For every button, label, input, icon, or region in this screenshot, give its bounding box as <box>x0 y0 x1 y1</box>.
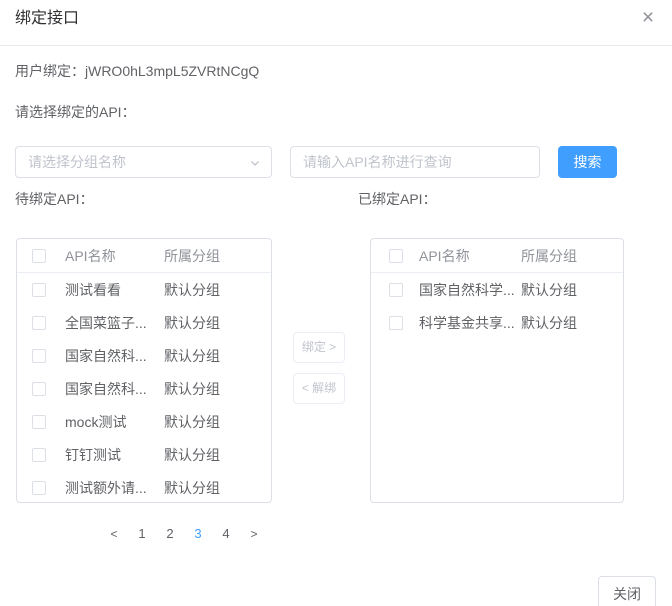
row-checkbox[interactable] <box>32 283 46 297</box>
row-checkbox[interactable] <box>32 349 46 363</box>
api-group-cell: 默认分组 <box>521 313 577 333</box>
api-group-cell: 默认分组 <box>164 445 220 465</box>
bind-interface-dialog: 绑定接口 × 用户绑定：jWRO0hL3mpL5ZVRtNCgQ 请选择绑定的A… <box>0 0 672 606</box>
page-number-2[interactable]: 2 <box>158 520 182 548</box>
select-all-checkbox[interactable] <box>32 249 46 263</box>
api-search-input[interactable] <box>290 146 540 178</box>
table-row[interactable]: 钉钉测试 默认分组 <box>17 438 271 471</box>
dialog-title: 绑定接口 <box>15 8 79 30</box>
unbind-button[interactable]: < 解绑 <box>293 373 345 404</box>
column-header-group: 所属分组 <box>521 246 577 266</box>
api-name-cell: 测试额外请... <box>65 478 164 498</box>
row-checkbox[interactable] <box>32 481 46 495</box>
api-group-cell: 默认分组 <box>164 313 220 333</box>
api-name-cell: 国家自然科... <box>65 379 164 399</box>
select-api-label: 请选择绑定的API： <box>15 102 136 122</box>
api-name-cell: 国家自然科... <box>65 346 164 366</box>
api-name-cell: 科学基金共享... <box>419 313 521 333</box>
table-row[interactable]: 国家自然科... 默认分组 <box>17 372 271 405</box>
page-number-4[interactable]: 4 <box>214 520 238 548</box>
row-checkbox[interactable] <box>32 448 46 462</box>
user-binding-value: jWRO0hL3mpL5ZVRtNCgQ <box>85 63 259 79</box>
row-checkbox[interactable] <box>32 415 46 429</box>
bound-api-label: 已绑定API： <box>358 189 437 209</box>
api-group-cell: 默认分组 <box>164 412 220 432</box>
select-all-checkbox[interactable] <box>389 249 403 263</box>
user-binding-label: 用户绑定： <box>15 63 85 79</box>
pending-api-label: 待绑定API： <box>15 189 94 209</box>
dialog-header: 绑定接口 × <box>0 0 672 46</box>
group-select[interactable]: 请选择分组名称 <box>15 146 272 178</box>
row-checkbox[interactable] <box>32 382 46 396</box>
api-group-cell: 默认分组 <box>164 346 220 366</box>
bound-api-table: API名称 所属分组 国家自然科学... 默认分组 科学基金共享... 默认分组 <box>370 238 624 503</box>
api-group-cell: 默认分组 <box>164 379 220 399</box>
page-number-3-active[interactable]: 3 <box>186 520 210 548</box>
api-group-cell: 默认分组 <box>164 280 220 300</box>
column-header-group: 所属分组 <box>164 246 220 266</box>
group-select-placeholder: 请选择分组名称 <box>28 152 126 172</box>
api-group-cell: 默认分组 <box>521 280 577 300</box>
api-name-cell: 钉钉测试 <box>65 445 164 465</box>
prev-page-icon[interactable]: < <box>102 520 126 548</box>
next-page-icon[interactable]: > <box>242 520 266 548</box>
column-header-name: API名称 <box>65 246 164 266</box>
table-row[interactable]: mock测试 默认分组 <box>17 405 271 438</box>
row-checkbox[interactable] <box>389 316 403 330</box>
chevron-down-icon <box>248 156 262 170</box>
api-name-cell: 国家自然科学... <box>419 280 521 300</box>
api-name-cell: 全国菜篮子... <box>65 313 164 333</box>
table-row[interactable]: 全国菜篮子... 默认分组 <box>17 306 271 339</box>
api-name-cell: 测试看看 <box>65 280 164 300</box>
table-row[interactable]: 测试看看 默认分组 <box>17 273 271 306</box>
bind-button[interactable]: 绑定 > <box>293 332 345 363</box>
pending-api-table: API名称 所属分组 测试看看 默认分组 全国菜篮子... 默认分组 国家自然科… <box>16 238 272 503</box>
page-number-1[interactable]: 1 <box>130 520 154 548</box>
api-name-cell: mock测试 <box>65 412 164 432</box>
row-checkbox[interactable] <box>32 316 46 330</box>
table-row[interactable]: 国家自然科学... 默认分组 <box>371 273 623 306</box>
api-group-cell: 默认分组 <box>164 478 220 498</box>
table-row[interactable]: 测试额外请... 默认分组 <box>17 471 271 503</box>
row-checkbox[interactable] <box>389 283 403 297</box>
user-binding-line: 用户绑定：jWRO0hL3mpL5ZVRtNCgQ <box>15 61 259 81</box>
column-header-name: API名称 <box>419 246 521 266</box>
close-button[interactable]: 关闭 <box>598 576 656 606</box>
pagination: < 1 2 3 4 > <box>100 520 268 548</box>
table-row[interactable]: 科学基金共享... 默认分组 <box>371 306 623 339</box>
table-header: API名称 所属分组 <box>17 239 271 273</box>
close-icon[interactable]: × <box>634 4 662 32</box>
table-row[interactable]: 国家自然科... 默认分组 <box>17 339 271 372</box>
search-button[interactable]: 搜索 <box>558 146 617 178</box>
table-header: API名称 所属分组 <box>371 239 623 273</box>
